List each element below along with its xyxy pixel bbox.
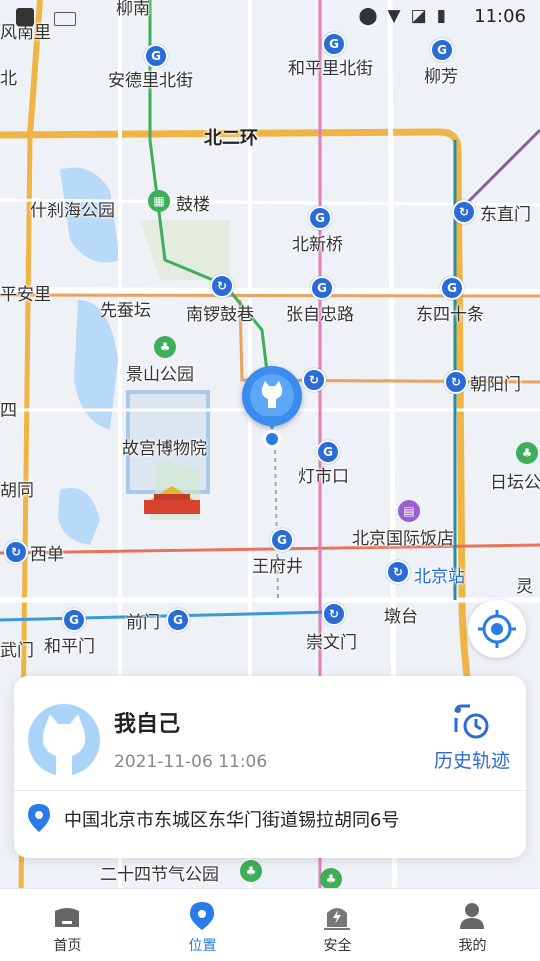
- divider: [14, 790, 526, 791]
- map-label-pinganli: 平安里: [0, 285, 51, 305]
- location-icon: ⬤: [358, 6, 388, 26]
- metro-station-icon[interactable]: ↻: [452, 200, 476, 224]
- user-location-marker[interactable]: [240, 366, 304, 448]
- history-icon: [454, 704, 489, 739]
- map-label-beixinqiao: 北新桥: [292, 235, 343, 255]
- map-label-ling: 灵: [516, 577, 533, 597]
- map-label-wangfujing: 王府井: [252, 557, 303, 577]
- metro-station-icon[interactable]: ↻: [210, 274, 234, 298]
- map-label-dengshikou: 灯市口: [298, 467, 349, 487]
- map-label-dongzhimen: 东直门: [480, 205, 531, 225]
- locate-me-button[interactable]: [468, 600, 526, 658]
- metro-station-icon[interactable]: G: [62, 608, 86, 632]
- crosshair-icon: [478, 610, 516, 648]
- map-label-chongwenmen: 崇文门: [306, 633, 357, 653]
- tab-safety[interactable]: 安全: [270, 889, 405, 961]
- tree-icon[interactable]: ♣: [240, 860, 262, 882]
- metro-station-icon[interactable]: G: [440, 276, 464, 300]
- status-bar: ⬤▼◪▮ 11:06: [0, 0, 540, 36]
- location-dot: [263, 430, 281, 448]
- metro-station-icon[interactable]: ↻: [386, 560, 410, 584]
- poi-building-icon[interactable]: ▦: [148, 190, 170, 212]
- metro-station-icon[interactable]: G: [166, 608, 190, 632]
- tree-icon[interactable]: ♣: [320, 868, 342, 890]
- map-label-dongsishitiao: 东四十条: [416, 305, 484, 325]
- cat-avatar-icon: [42, 714, 86, 776]
- map-label-ershisi: 二十四节气公园: [100, 865, 219, 885]
- cat-avatar-icon: [261, 381, 283, 408]
- tab-home[interactable]: 首页: [0, 889, 135, 961]
- address-text: 中国北京市东城区东华门街道锡拉胡同6号: [64, 810, 400, 831]
- map-label-chaoyangmen: 朝阳门: [470, 375, 521, 395]
- map-label-jingshan: 景山公园: [126, 365, 194, 385]
- tree-icon[interactable]: ♣: [154, 336, 176, 358]
- metro-station-icon[interactable]: G: [270, 528, 294, 552]
- map-label-hepingmen: 和平门: [44, 637, 95, 657]
- user-name: 我自己: [114, 712, 181, 737]
- no-sim-icon: ◪: [410, 6, 437, 26]
- history-track-label: 历史轨迹: [433, 750, 510, 772]
- map-label-xidan: 西单: [30, 545, 64, 565]
- battery-charging-icon: ▮: [436, 6, 456, 26]
- map-label-liufang: 柳芳: [424, 67, 458, 87]
- location-pin-icon: [190, 902, 214, 930]
- map-label-qianmen: 前门: [126, 613, 160, 633]
- history-track-button[interactable]: 历史轨迹: [430, 700, 514, 778]
- map-label-si: 四: [0, 401, 17, 421]
- metro-station-icon[interactable]: G: [310, 276, 334, 300]
- map-label-shichahai: 什刹海公园: [30, 201, 115, 221]
- last-update-time: 2021-11-06 11:06: [114, 752, 268, 772]
- metro-station-icon[interactable]: G: [316, 440, 340, 464]
- map-label-ritan: 日坛公: [490, 473, 540, 493]
- map-label-gulou: 鼓楼: [176, 195, 210, 215]
- map-label-andelibei: 安德里北街: [108, 71, 193, 91]
- metro-station-icon[interactable]: G: [308, 206, 332, 230]
- map-label-wumen: 武门: [0, 641, 34, 661]
- tiananmen-icon: [140, 482, 204, 518]
- metro-station-icon[interactable]: G: [144, 44, 168, 68]
- profile-icon: [460, 903, 484, 929]
- metro-station-icon[interactable]: ↻: [302, 368, 326, 392]
- tab-profile[interactable]: 我的: [405, 889, 540, 961]
- status-app-icon: [16, 8, 34, 26]
- wifi-icon: ▼: [387, 6, 411, 26]
- map-label-hutong: 胡同: [0, 481, 34, 501]
- keyboard-icon: [54, 12, 76, 26]
- map-label-beiwuhuan: 北二环: [204, 128, 258, 149]
- map-label-zhangzizhonglu: 张自忠路: [286, 305, 354, 325]
- avatar[interactable]: [28, 704, 100, 776]
- location-info-card: 我自己 2021-11-06 11:06 历史轨迹 中国北京市东城区东华门街道锡…: [14, 676, 526, 858]
- metro-station-icon[interactable]: ↻: [444, 370, 468, 394]
- map-label-xiancantan: 先蚕坛: [100, 301, 151, 321]
- map-label-beilbl: 北: [0, 69, 17, 89]
- map-label-dunfang: 墩台: [384, 607, 418, 627]
- map-label-nanluoguxiang: 南锣鼓巷: [186, 305, 254, 325]
- map-label-gugong: 故宫博物院: [122, 439, 207, 459]
- metro-station-icon[interactable]: G: [430, 38, 454, 62]
- map-label-beijingfandian: 北京国际饭店: [352, 529, 454, 549]
- tab-location[interactable]: 位置: [135, 889, 270, 961]
- shield-icon: [324, 908, 350, 930]
- home-icon: [55, 908, 79, 927]
- map-label-hepingli: 和平里北街: [288, 59, 373, 79]
- hotel-icon[interactable]: ▤: [398, 500, 420, 522]
- metro-station-icon[interactable]: ↻: [4, 540, 28, 564]
- metro-station-icon[interactable]: ↻: [322, 602, 346, 626]
- bottom-tab-bar: 首页 位置 安全 我的: [0, 888, 540, 961]
- location-pin-icon: [28, 804, 50, 832]
- status-icons: ⬤▼◪▮: [358, 6, 456, 26]
- map-label-beijingzhan: 北京站: [414, 567, 465, 587]
- tree-icon[interactable]: ♣: [516, 442, 538, 464]
- status-time: 11:06: [474, 6, 526, 27]
